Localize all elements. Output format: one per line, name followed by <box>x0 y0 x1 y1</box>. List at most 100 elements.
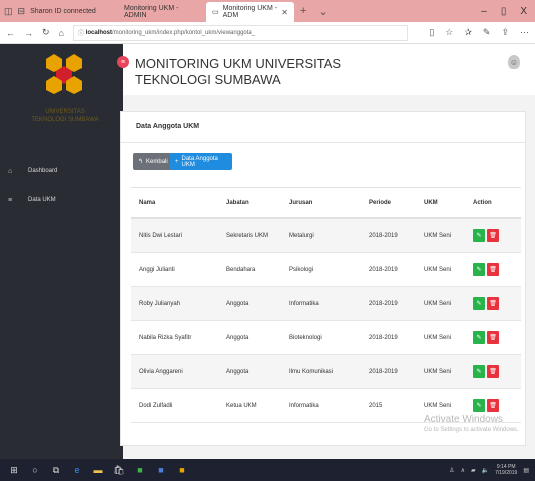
system-tray: ♙ ∧ ▰ 🔈 9:14 PM 7/19/2019 ▤ <box>449 464 535 476</box>
windows-start-icon[interactable]: ⊞ <box>8 465 20 476</box>
cell-action: ✎ 🗑 <box>473 399 521 412</box>
cell-jurusan: Bioteknologi <box>289 334 322 341</box>
cell-action: ✎ 🗑 <box>473 297 521 310</box>
cell-jabatan: Bendahara <box>226 266 256 273</box>
cell-jurusan: Ilmu Komunikasi <box>289 368 334 375</box>
cell-jabatan: Anggota <box>226 300 249 307</box>
network-icon[interactable]: ▰ <box>471 467 476 474</box>
pen-notes-icon[interactable]: ✎ <box>483 27 491 38</box>
cell-periode: 2018-2019 <box>369 266 398 273</box>
delete-icon[interactable]: 🗑 <box>487 365 499 378</box>
column-header: Jurusan <box>289 199 313 206</box>
favorites-hub-icon[interactable]: ✰ <box>464 27 472 38</box>
cell-nama: Nabila Rizka Syafitr <box>139 334 192 341</box>
add-member-label: Data Anggota UKM <box>181 155 218 168</box>
cell-jabatan: Anggota <box>226 334 249 341</box>
delete-icon[interactable]: 🗑 <box>487 229 499 242</box>
forward-arrow-icon[interactable]: → <box>24 28 33 38</box>
browser-logo-icon[interactable]: ◫ <box>4 6 13 17</box>
reading-view-icon[interactable]: ▯ <box>429 27 434 38</box>
clock[interactable]: 9:14 PM 7/19/2019 <box>495 464 517 476</box>
table-header: Nama Jabatan Jurusan Periode UKM Action <box>131 187 521 219</box>
task-view-icon[interactable]: ⧉ <box>50 465 62 476</box>
table-row: Nabila Rizka Syafitr Anggota Bioteknolog… <box>131 321 521 355</box>
brand-text: UNIVERSITAS TEKNOLOGI SUMBAWA <box>31 109 99 123</box>
close-tab-icon[interactable]: ✕ <box>281 8 288 17</box>
edit-icon[interactable]: ✎ <box>473 297 485 310</box>
delete-icon[interactable]: 🗑 <box>487 297 499 310</box>
search-icon[interactable]: ○ <box>29 465 41 475</box>
tray-chevron-icon[interactable]: ∧ <box>461 467 465 474</box>
browser-tab-2[interactable]: ▭ Monitoring UKM - ADM ✕ <box>206 2 294 22</box>
cell-ukm: UKM Seni <box>424 300 452 307</box>
close-window-icon[interactable]: X <box>520 6 527 17</box>
cell-jabatan: Ketua UKM <box>226 402 257 409</box>
cell-nama: Anggi Julianti <box>139 266 175 273</box>
tab-actions-icon[interactable]: ⊟ <box>18 6 26 17</box>
url-path: /monitoring_ukm/index.php/kontol_ukm/vie… <box>112 29 256 36</box>
new-tab-icon[interactable]: + <box>294 5 312 17</box>
watermark-line2: Go to Settings to activate Windows. <box>424 427 519 433</box>
window-controls: – ▯ X <box>481 6 535 17</box>
cell-nama: Nitis Dwi Lestari <box>139 232 183 239</box>
back-arrow-icon[interactable]: ← <box>6 28 15 38</box>
delete-icon[interactable]: 🗑 <box>487 399 499 412</box>
tab-menu-chevron-icon[interactable]: ⌄ <box>312 5 333 18</box>
cell-jabatan: Sekretaris UKM <box>226 232 269 239</box>
refresh-icon[interactable]: ↻ <box>42 27 50 38</box>
edit-icon[interactable]: ✎ <box>473 263 485 276</box>
members-table: Nama Jabatan Jurusan Periode UKM Action … <box>131 187 521 423</box>
sidebar-toggle-button[interactable]: ≡ <box>117 56 129 68</box>
page-favicon-icon: ▭ <box>212 9 219 16</box>
column-header: Periode <box>369 199 392 206</box>
minimize-icon[interactable]: – <box>481 6 487 17</box>
app-icon-green[interactable]: ■ <box>134 465 146 475</box>
url-host: localhost <box>85 29 112 36</box>
edit-icon[interactable]: ✎ <box>473 229 485 242</box>
sidebar-item-data-ukm[interactable]: ≡ Data UKM <box>0 192 123 208</box>
volume-icon[interactable]: 🔈 <box>482 467 489 474</box>
edit-icon[interactable]: ✎ <box>473 399 485 412</box>
browser-tab-1[interactable]: Monitoring UKM - ADMIN <box>118 2 206 22</box>
column-header: UKM <box>424 199 438 206</box>
more-options-icon[interactable]: ⋯ <box>520 27 529 38</box>
home-browser-icon[interactable]: ⌂ <box>59 28 64 38</box>
people-icon[interactable]: ♙ <box>449 467 454 474</box>
app-icon-orange[interactable]: ■ <box>176 465 188 475</box>
hamburger-icon: ≡ <box>120 58 126 66</box>
url-input[interactable]: ⓘ localhost /monitoring_ukm/index.php/ko… <box>72 24 408 41</box>
app-icon-blue[interactable]: ■ <box>155 465 167 475</box>
delete-icon[interactable]: 🗑 <box>487 263 499 276</box>
cell-jurusan: Informatika <box>289 402 319 409</box>
maximize-icon[interactable]: ▯ <box>501 6 507 17</box>
plus-icon: + <box>175 158 179 165</box>
sidebar-item-dashboard[interactable]: ⌂ Dashboard <box>0 163 123 179</box>
cell-periode: 2018-2019 <box>369 368 398 375</box>
cell-action: ✎ 🗑 <box>473 365 521 378</box>
university-logo <box>46 54 82 94</box>
connection-status-label: Sharon ID connected <box>30 7 96 15</box>
activation-watermark: Activate Windows Go to Settings to activ… <box>424 414 519 433</box>
notification-icon[interactable]: ▤ <box>523 467 529 474</box>
cell-ukm: UKM Seni <box>424 368 452 375</box>
edit-icon[interactable]: ✎ <box>473 331 485 344</box>
file-explorer-icon[interactable]: ▬ <box>92 465 104 475</box>
back-button[interactable]: ↰ Kembali <box>133 153 172 170</box>
delete-icon[interactable]: 🗑 <box>487 331 499 344</box>
edge-browser-icon[interactable]: e <box>71 465 83 475</box>
edit-icon[interactable]: ✎ <box>473 365 485 378</box>
share-icon[interactable]: ⇪ <box>501 27 509 38</box>
cell-periode: 2015 <box>369 402 383 409</box>
cell-periode: 2018-2019 <box>369 334 398 341</box>
favorite-star-icon[interactable]: ☆ <box>445 27 453 38</box>
add-member-button[interactable]: + Data Anggota UKM <box>170 153 232 170</box>
user-avatar[interactable]: ☺ <box>508 55 520 69</box>
browser-tab-2-label: Monitoring UKM - ADM <box>222 5 278 19</box>
store-icon[interactable]: 🛍 <box>113 465 125 476</box>
column-header: Nama <box>139 199 156 206</box>
browser-tab-1-label: Monitoring UKM - ADMIN <box>124 5 179 19</box>
table-row: Nitis Dwi Lestari Sekretaris UKM Metalur… <box>131 219 521 253</box>
taskbar: ⊞ ○ ⧉ e ▬ 🛍 ■ ■ ■ ♙ ∧ ▰ 🔈 9:14 PM 7/19/2… <box>0 459 535 481</box>
column-header: Action <box>473 199 492 206</box>
clock-date: 7/19/2019 <box>495 470 518 476</box>
